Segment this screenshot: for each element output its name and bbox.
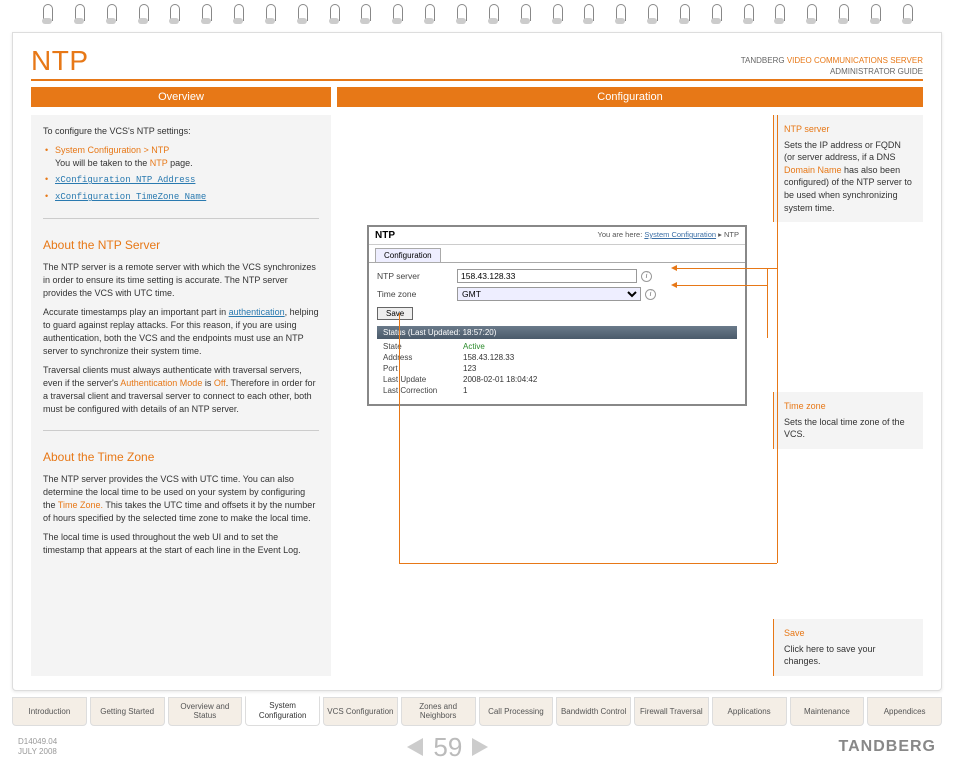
nav-path-item: System Configuration > NTP You will be t… (55, 144, 319, 170)
ntp-link[interactable]: NTP (150, 158, 168, 168)
tab-maintenance[interactable]: Maintenance (790, 697, 865, 726)
arrow-icon (671, 282, 677, 288)
breadcrumb-link[interactable]: System Configuration (644, 230, 716, 239)
authentication-link[interactable]: authentication (229, 307, 285, 317)
time-zone-label: Time zone (377, 289, 457, 299)
tab-overview-status[interactable]: Overview and Status (168, 697, 243, 726)
time-zone-annotation: Time zone Sets the local time zone of th… (773, 392, 923, 449)
prev-page-arrow[interactable] (407, 738, 423, 756)
ntp-server-annotation: NTP server Sets the IP address or FQDN (… (773, 115, 923, 222)
save-button[interactable]: Save (377, 307, 413, 320)
tab-appendices[interactable]: Appendices (867, 697, 942, 726)
tab-vcs-configuration[interactable]: VCS Configuration (323, 697, 398, 726)
arrow-icon (671, 265, 677, 271)
connector-line (399, 563, 777, 564)
config-tab[interactable]: Configuration (375, 248, 441, 262)
brand-logo: TANDBERG (839, 738, 936, 756)
auth-mode-link[interactable]: Authentication Mode (120, 378, 202, 388)
tab-call-processing[interactable]: Call Processing (479, 697, 554, 726)
time-zone-link[interactable]: Time Zone. (58, 500, 103, 510)
annotation-title: Save (784, 627, 913, 640)
overview-header: Overview (31, 87, 331, 107)
connector-line (399, 313, 400, 563)
about-tz-p2: The local time is used throughout the we… (43, 531, 319, 557)
tab-zones-neighbors[interactable]: Zones and Neighbors (401, 697, 476, 726)
about-tz-p1: The NTP server provides the VCS with UTC… (43, 473, 319, 525)
bottom-nav-tabs: Introduction Getting Started Overview an… (12, 697, 942, 726)
about-ntp-p2: Accurate timestamps play an important pa… (43, 306, 319, 358)
nav-path-link[interactable]: System Configuration > NTP (55, 145, 169, 155)
tab-introduction[interactable]: Introduction (12, 697, 87, 726)
off-link[interactable]: Off (214, 378, 226, 388)
status-header: Status (Last Updated: 18:57:20) (377, 326, 737, 339)
about-ntp-heading: About the NTP Server (43, 237, 319, 254)
page-number: 59 (433, 732, 462, 763)
ntp-server-input[interactable] (457, 269, 637, 283)
domain-name-link[interactable]: Domain Name (784, 165, 842, 175)
annotation-title: Time zone (784, 400, 913, 413)
tab-applications[interactable]: Applications (712, 697, 787, 726)
connector-line (767, 268, 768, 338)
status-table: StateActive Address158.43.128.33 Port123… (377, 339, 737, 398)
spiral-binding (0, 0, 954, 32)
cmd-item: xConfiguration TimeZone Name (55, 190, 319, 204)
time-zone-select[interactable]: GMT (457, 287, 641, 301)
annotation-title: NTP server (784, 123, 913, 136)
cmd-link[interactable]: xConfiguration NTP Address (55, 175, 195, 185)
shot-title: NTP (375, 230, 395, 241)
page-title: NTP (31, 45, 89, 77)
save-annotation: Save Click here to save your changes. (773, 619, 923, 676)
intro-text: To configure the VCS's NTP settings: (43, 125, 319, 138)
ntp-server-label: NTP server (377, 271, 457, 281)
connector-line (777, 115, 778, 563)
doc-code: D14049.04JULY 2008 (18, 737, 57, 758)
cmd-link[interactable]: xConfiguration TimeZone Name (55, 192, 206, 202)
connector-line (677, 268, 777, 269)
info-icon[interactable]: i (645, 289, 656, 300)
config-panel: NTP You are here: System Configuration ▸… (337, 115, 767, 676)
cmd-item: xConfiguration NTP Address (55, 173, 319, 187)
connector-line (677, 285, 767, 286)
info-icon[interactable]: i (641, 271, 652, 282)
about-ntp-p3: Traversal clients must always authentica… (43, 364, 319, 416)
overview-panel: To configure the VCS's NTP settings: Sys… (31, 115, 331, 676)
about-tz-heading: About the Time Zone (43, 449, 319, 466)
tab-firewall-traversal[interactable]: Firewall Traversal (634, 697, 709, 726)
breadcrumb: You are here: System Configuration ▸ NTP (598, 230, 739, 241)
tab-getting-started[interactable]: Getting Started (90, 697, 165, 726)
tab-system-configuration[interactable]: System Configuration (245, 696, 320, 726)
doc-header: TANDBERG VIDEO COMMUNICATIONS SERVER ADM… (741, 56, 923, 77)
about-ntp-p1: The NTP server is a remote server with w… (43, 261, 319, 300)
next-page-arrow[interactable] (472, 738, 488, 756)
configuration-header: Configuration (337, 87, 923, 107)
tab-bandwidth-control[interactable]: Bandwidth Control (556, 697, 631, 726)
ntp-screenshot: NTP You are here: System Configuration ▸… (367, 225, 747, 406)
